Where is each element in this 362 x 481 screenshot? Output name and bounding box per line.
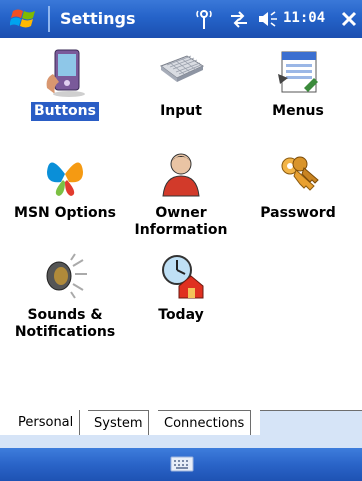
keyboard-input-icon[interactable] [170, 456, 194, 472]
settings-item-msn-options[interactable]: MSN Options [5, 150, 125, 223]
tab-connections[interactable]: Connections [158, 410, 252, 435]
msn-butterfly-icon [47, 162, 83, 196]
owner-icon [162, 153, 200, 197]
title-divider [48, 6, 50, 32]
sync-icon[interactable] [229, 8, 249, 30]
settings-item-password[interactable]: Password [238, 150, 358, 223]
settings-item-menus[interactable]: Menus [238, 48, 358, 121]
keyboard-icon [159, 55, 205, 82]
today-icon [162, 255, 204, 299]
tab-strip: Personal System Connections [0, 410, 362, 448]
clock[interactable]: 11:04 [283, 10, 325, 26]
windows-start-icon[interactable] [10, 6, 38, 32]
settings-item-owner-information[interactable]: Owner Information [121, 150, 241, 240]
settings-item-label: Today [158, 307, 204, 323]
tab-strip-fill [260, 410, 362, 435]
settings-item-label: Password [260, 205, 336, 221]
settings-item-label: Menus [272, 103, 324, 119]
settings-item-today[interactable]: Today [121, 252, 241, 325]
settings-item-buttons[interactable]: Buttons [5, 48, 125, 121]
settings-item-input[interactable]: Input [121, 48, 241, 121]
title-bar: Settings 11:04 [0, 0, 362, 38]
window-title: Settings [60, 9, 136, 28]
tab-system[interactable]: System [88, 410, 150, 435]
settings-item-sounds-notifications[interactable]: Sounds & Notifications [5, 252, 125, 342]
settings-item-label: Owner Information [134, 205, 228, 238]
settings-item-label: Buttons [31, 102, 99, 121]
menus-icon [278, 51, 318, 93]
settings-item-label: Sounds & Notifications [14, 307, 116, 340]
settings-item-label: Input [160, 103, 202, 119]
tab-strip-bottom [0, 435, 362, 448]
antenna-icon[interactable] [195, 8, 213, 30]
settings-item-label: MSN Options [14, 205, 116, 221]
menu-bar [0, 448, 362, 481]
close-icon[interactable] [338, 7, 360, 31]
volume-icon[interactable] [257, 8, 279, 30]
settings-grid: Buttons Input Menus MSN Options Owner In… [0, 38, 362, 410]
buttons-icon [46, 49, 85, 97]
tab-personal[interactable]: Personal [12, 410, 81, 435]
speaker-icon [46, 253, 87, 299]
keys-icon [281, 156, 319, 191]
